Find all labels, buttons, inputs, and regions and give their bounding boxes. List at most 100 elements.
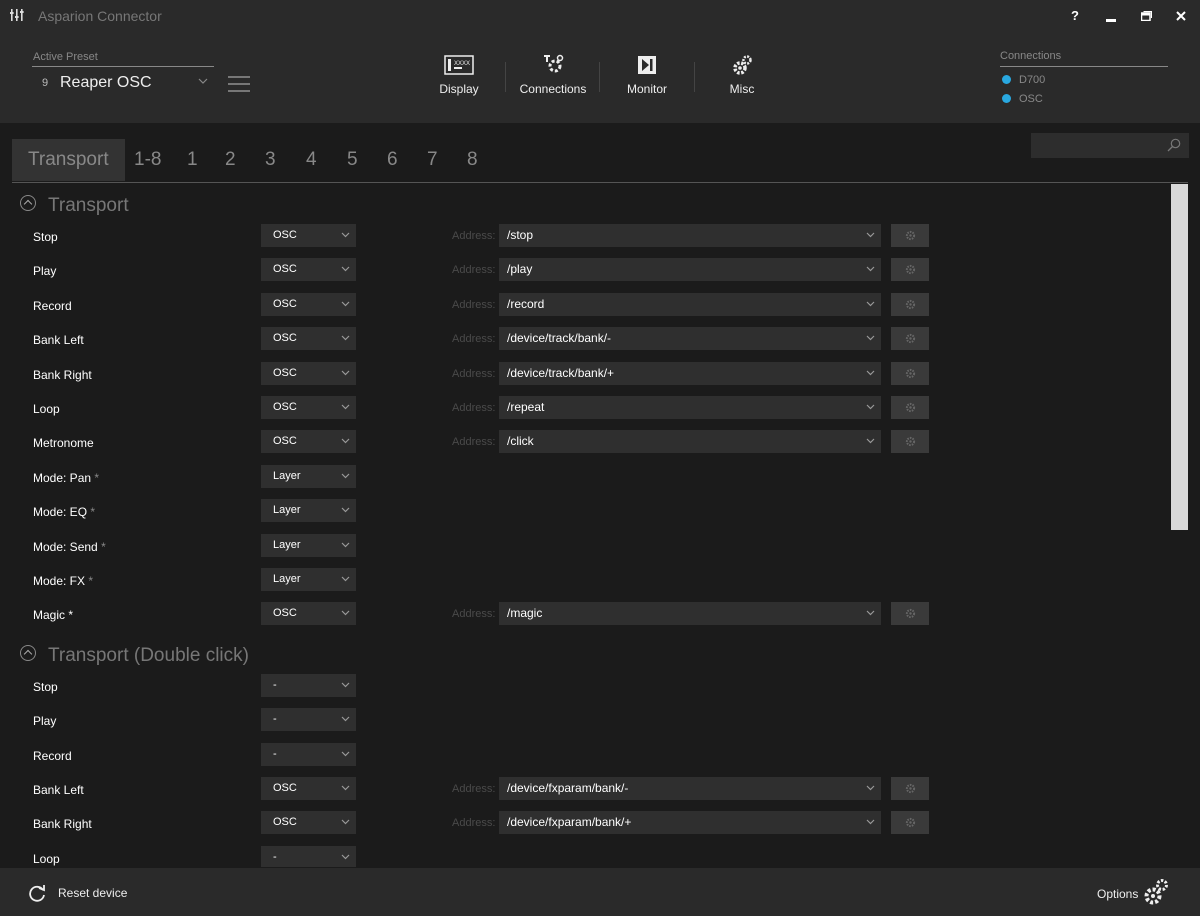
type-select[interactable]: OSC xyxy=(261,602,356,626)
address-settings-button[interactable] xyxy=(891,292,929,316)
type-select[interactable]: Layer xyxy=(261,499,356,523)
reset-device-button[interactable]: Reset device xyxy=(58,886,127,900)
tab-5[interactable]: 5 xyxy=(347,139,358,181)
settings-gear-icon xyxy=(905,265,916,275)
address-settings-button[interactable] xyxy=(891,224,929,247)
chevron-down-icon xyxy=(341,370,350,375)
tab-4[interactable]: 4 xyxy=(306,139,317,181)
settings-gear-icon xyxy=(905,437,916,447)
address-settings-button[interactable] xyxy=(891,430,929,454)
address-select[interactable]: /click xyxy=(499,430,881,454)
nav-connections-button[interactable]: Connections xyxy=(515,54,591,102)
chevron-down-icon xyxy=(341,576,350,582)
address-select[interactable]: /stop xyxy=(499,224,881,247)
settings-gear-icon xyxy=(905,609,916,619)
collapse-icon[interactable] xyxy=(20,644,36,661)
chevron-down-icon xyxy=(341,682,350,688)
tab-7[interactable]: 7 xyxy=(427,139,438,181)
address-select[interactable]: /device/fxparam/bank/- xyxy=(499,777,881,800)
settings-gear-icon xyxy=(905,334,916,344)
address-settings-button[interactable] xyxy=(891,811,929,835)
tab-1-8[interactable]: 1-8 xyxy=(134,139,161,181)
address-settings-button[interactable] xyxy=(891,396,929,419)
tab-3[interactable]: 3 xyxy=(265,139,276,181)
address-select[interactable]: /record xyxy=(499,292,881,316)
type-select[interactable]: OSC xyxy=(261,396,356,419)
address-label: Address: xyxy=(452,367,496,380)
address-select[interactable]: /device/track/bank/+ xyxy=(499,361,881,385)
tab-2[interactable]: 2 xyxy=(225,139,236,181)
status-dot-icon xyxy=(1002,75,1011,84)
section-header[interactable]: Transport (Double click) xyxy=(20,644,249,669)
tab-transport[interactable]: Transport xyxy=(12,139,125,181)
close-button[interactable] xyxy=(1166,4,1196,28)
address-settings-button[interactable] xyxy=(891,777,929,800)
type-select-value: Layer xyxy=(273,469,301,482)
address-label: Address: xyxy=(452,817,496,830)
row-label: Loop xyxy=(33,402,60,416)
type-select[interactable]: - xyxy=(261,708,356,732)
address-select[interactable]: /device/track/bank/- xyxy=(499,327,881,351)
address-select[interactable]: /play xyxy=(499,258,881,282)
minimize-button[interactable] xyxy=(1096,4,1126,28)
chevron-down-icon[interactable] xyxy=(198,76,208,86)
type-select-value: - xyxy=(273,850,277,863)
type-select[interactable]: OSC xyxy=(261,258,356,282)
chevron-down-icon xyxy=(341,335,350,341)
window-title: Asparion Connector xyxy=(38,8,162,24)
reset-icon[interactable] xyxy=(27,883,47,903)
tab-8[interactable]: 8 xyxy=(467,139,478,181)
nav-misc-button[interactable]: Misc xyxy=(722,54,762,102)
row-label: Bank Left xyxy=(33,333,84,348)
preset-select[interactable]: Reaper OSC xyxy=(60,74,152,92)
type-select-value: OSC xyxy=(273,229,297,241)
maximize-button[interactable] xyxy=(1131,4,1161,28)
address-select[interactable]: /device/fxparam/bank/+ xyxy=(499,811,881,835)
nav-monitor-label: Monitor xyxy=(626,82,667,96)
type-select[interactable]: Layer xyxy=(261,533,356,557)
tab-1[interactable]: 1 xyxy=(187,139,198,181)
monitor-icon xyxy=(638,56,656,74)
row-label: Stop xyxy=(33,230,58,244)
nav-monitor-button[interactable]: Monitor xyxy=(620,54,674,102)
settings-gear-icon xyxy=(905,818,916,828)
chevron-down-icon xyxy=(866,301,875,307)
address-settings-button[interactable] xyxy=(891,602,929,626)
type-select[interactable]: - xyxy=(261,845,356,867)
type-select[interactable]: OSC xyxy=(261,292,356,316)
scrollbar[interactable] xyxy=(1171,184,1188,530)
address-settings-button[interactable] xyxy=(891,361,929,385)
tab-6[interactable]: 6 xyxy=(387,139,398,181)
nav-display-button[interactable]: XXXX Display xyxy=(434,54,484,102)
row-label: Mode: EQ * xyxy=(33,505,96,520)
type-select[interactable]: OSC xyxy=(261,811,356,835)
collapse-icon[interactable] xyxy=(20,195,36,211)
address-settings-button[interactable] xyxy=(891,327,929,351)
nav-misc-label: Misc xyxy=(729,82,755,96)
type-select[interactable]: Layer xyxy=(261,464,356,488)
address-select[interactable]: /magic xyxy=(499,602,881,626)
type-select[interactable]: OSC xyxy=(261,430,356,454)
section-title: Transport (Double click) xyxy=(48,644,249,666)
type-select[interactable]: OSC xyxy=(261,361,356,385)
address-settings-button[interactable] xyxy=(891,258,929,282)
options-button[interactable]: Options xyxy=(1097,887,1138,901)
help-button[interactable]: ? xyxy=(1060,4,1090,28)
type-select[interactable]: OSC xyxy=(261,327,356,351)
options-gear-icon[interactable] xyxy=(1143,878,1169,906)
type-select[interactable]: - xyxy=(261,742,356,766)
type-select[interactable]: OSC xyxy=(261,224,356,247)
address-select[interactable]: /repeat xyxy=(499,396,881,419)
section-header[interactable]: Transport xyxy=(20,195,129,219)
chevron-down-icon xyxy=(341,232,350,238)
address-label: Address: xyxy=(452,333,496,346)
mixer-app-icon xyxy=(10,9,24,21)
connections-underline xyxy=(1000,66,1168,67)
type-select[interactable]: Layer xyxy=(261,568,356,591)
type-select[interactable]: - xyxy=(261,673,356,697)
type-select[interactable]: OSC xyxy=(261,777,356,800)
type-select-value: OSC xyxy=(273,816,297,829)
minimize-icon xyxy=(1106,19,1116,22)
preset-menu-button[interactable] xyxy=(228,76,250,92)
address-value: /click xyxy=(507,434,534,449)
